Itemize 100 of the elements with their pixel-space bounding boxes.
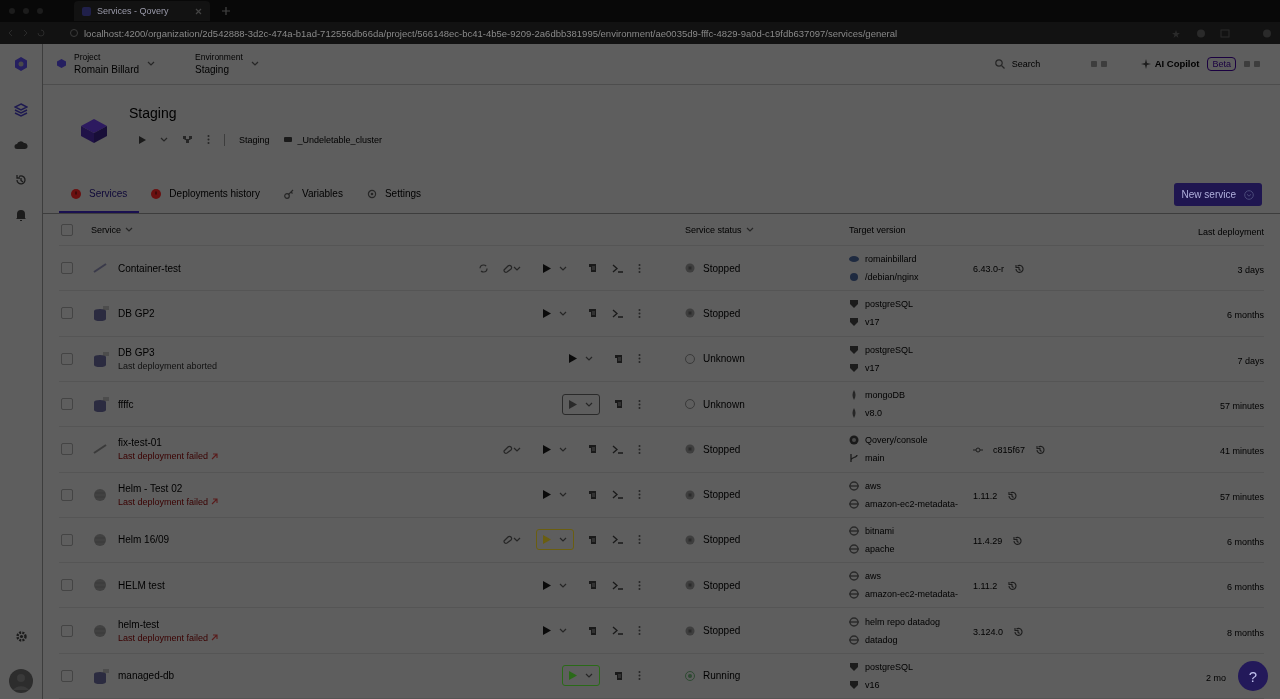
more-icon[interactable] (638, 263, 641, 273)
more-icon[interactable] (638, 354, 641, 364)
column-header: Target version (849, 224, 907, 235)
caret-icon[interactable] (160, 137, 168, 143)
row-checkbox[interactable] (61, 307, 73, 320)
browser-toolbar-icon[interactable] (1172, 28, 1272, 38)
service-name[interactable]: Helm 16/09 (118, 534, 170, 546)
terminal-icon[interactable] (612, 535, 624, 545)
more-icon[interactable] (638, 444, 641, 454)
terminal-icon[interactable] (612, 580, 624, 590)
column-header: Last deployment (1197, 226, 1264, 237)
service-name[interactable]: ffffc (118, 398, 134, 410)
environment-selector[interactable]: Environment Staging (195, 52, 259, 76)
service-name[interactable]: DB GP2 (118, 307, 155, 319)
refresh-icon[interactable] (479, 263, 488, 273)
select-all-checkbox[interactable] (61, 223, 73, 236)
history-icon[interactable] (14, 173, 28, 187)
logs-icon[interactable] (588, 534, 598, 545)
row-checkbox[interactable] (61, 579, 73, 592)
service-name[interactable]: HELM test (118, 579, 165, 591)
layers-icon[interactable] (14, 103, 28, 117)
logs-icon[interactable] (588, 580, 598, 591)
column-header[interactable]: Service status (685, 224, 754, 235)
tab[interactable]: Settings (354, 176, 434, 214)
hierarchy-icon[interactable] (182, 135, 193, 145)
service-name[interactable]: DB GP3 (118, 346, 218, 358)
deployment-failed-link[interactable]: Last deployment failed (118, 451, 219, 462)
caret-icon (585, 401, 593, 407)
project-selector[interactable]: Project Romain Billard (57, 52, 156, 76)
logs-icon[interactable] (588, 308, 598, 319)
logs-icon[interactable] (614, 399, 624, 410)
service-name[interactable]: helm-test (118, 618, 219, 630)
service-name[interactable]: managed-db (118, 670, 175, 682)
link-icon[interactable] (502, 535, 522, 545)
new-service-button[interactable]: New service (1173, 183, 1262, 207)
cloud-icon[interactable] (14, 138, 28, 152)
deploy-button[interactable] (562, 393, 600, 415)
status-icon (685, 308, 695, 319)
more-icon[interactable] (638, 490, 641, 500)
logs-icon[interactable] (614, 353, 624, 364)
logs-icon[interactable] (588, 625, 598, 636)
version-badge[interactable]: 3.124.0 (969, 622, 1028, 641)
service-name[interactable]: fix-test-01 (118, 437, 219, 449)
more-icon[interactable] (638, 308, 641, 318)
terminal-icon[interactable] (612, 308, 624, 318)
tab[interactable]: Variables (271, 176, 355, 214)
version-badge[interactable]: 6.43.0-r (969, 260, 1029, 279)
last-deployment: 3 days (1237, 265, 1264, 276)
row-checkbox[interactable] (61, 488, 73, 501)
row-checkbox[interactable] (61, 443, 73, 456)
row-checkbox[interactable] (61, 624, 73, 637)
row-checkbox[interactable] (61, 669, 73, 682)
more-icon[interactable] (207, 135, 210, 145)
logs-icon[interactable] (614, 670, 624, 681)
service-status: Stopped (703, 534, 741, 546)
browser-tab[interactable]: Services - Qovery (74, 1, 210, 21)
more-icon[interactable] (638, 535, 641, 545)
copilot-button[interactable]: AI Copilot (1140, 58, 1200, 70)
terminal-icon[interactable] (612, 490, 624, 500)
row-checkbox[interactable] (61, 533, 73, 546)
avatar[interactable] (9, 669, 33, 693)
column-header[interactable]: Service (91, 224, 133, 235)
more-icon[interactable] (638, 626, 641, 636)
terminal-icon[interactable] (612, 444, 624, 454)
terminal-icon[interactable] (612, 263, 624, 273)
terminal-icon[interactable] (612, 626, 624, 636)
target-text: apache (865, 543, 895, 554)
version-badge[interactable]: c815f67 (969, 441, 1050, 460)
target-text: amazon-ec2-metadata- (865, 589, 959, 600)
row-checkbox[interactable] (61, 352, 73, 365)
service-name[interactable]: Helm - Test 02 (118, 482, 219, 494)
version-badge[interactable]: 1.11.2 (969, 486, 1022, 505)
search-field[interactable]: Search (1009, 57, 1086, 70)
more-icon[interactable] (638, 671, 641, 681)
tab[interactable]: Services (59, 176, 140, 214)
target-text: amazon-ec2-metadata- (865, 498, 959, 509)
more-icon[interactable] (638, 580, 641, 590)
link-icon[interactable] (502, 444, 522, 454)
new-tab-icon[interactable] (222, 7, 230, 15)
logo-icon[interactable] (13, 56, 29, 72)
status-icon (685, 399, 695, 410)
logs-icon[interactable] (588, 489, 598, 500)
settings-icon[interactable] (14, 630, 28, 643)
version-badge[interactable]: 1.11.2 (969, 577, 1022, 596)
logs-icon[interactable] (588, 444, 598, 455)
version-badge[interactable]: 11.4.29 (969, 531, 1027, 550)
history-icon (1013, 626, 1024, 637)
play-icon[interactable] (139, 135, 146, 144)
link-icon[interactable] (502, 263, 522, 273)
github-icon (849, 435, 859, 446)
logs-icon[interactable] (588, 263, 598, 274)
row-checkbox[interactable] (61, 262, 73, 275)
deployment-failed-link[interactable]: Last deployment failed (118, 496, 219, 507)
row-checkbox[interactable] (61, 398, 73, 411)
service-name[interactable]: Container-test (118, 262, 181, 274)
bell-icon[interactable] (14, 208, 28, 222)
deployment-failed-link[interactable]: Last deployment failed (118, 632, 219, 643)
close-icon[interactable] (195, 7, 202, 15)
tab[interactable]: Deployments history (139, 176, 272, 214)
more-icon[interactable] (638, 399, 641, 409)
